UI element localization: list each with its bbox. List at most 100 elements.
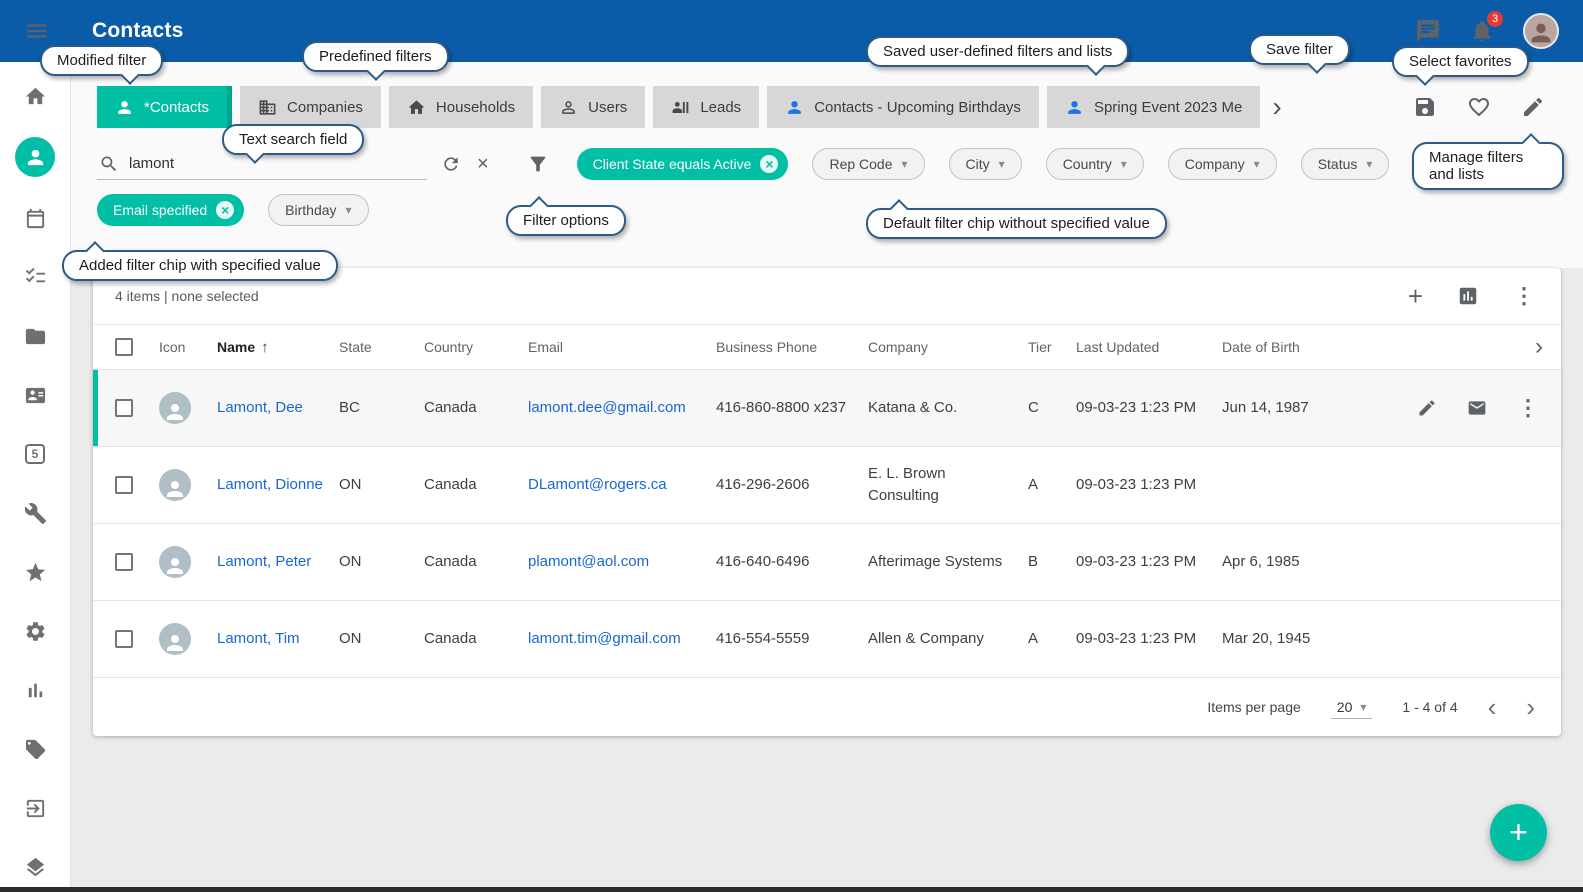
field-chip-status[interactable]: Status ▾ [1301,148,1390,180]
contact-avatar [159,469,191,501]
tab-leads[interactable]: Leads [653,86,759,128]
list-kebab-icon[interactable]: ⋮ [1513,283,1535,309]
chip-label: Country [1063,156,1112,172]
notifications-bell[interactable]: 3 [1469,18,1495,44]
add-column-icon[interactable]: + [1408,283,1423,309]
applied-chip-email[interactable]: Email specified × [97,194,244,226]
cell-country: Canada [424,551,528,573]
chip-remove-icon[interactable]: × [760,155,778,173]
tab-contacts[interactable]: *Contacts [97,86,232,128]
cell-last-updated: 09-03-23 1:23 PM [1076,628,1222,650]
user-avatar[interactable] [1523,13,1559,49]
table-row[interactable]: Lamont, Dionne ON Canada DLamont@rogers.… [93,447,1561,524]
cell-country: Canada [424,628,528,650]
next-page-chevron-icon[interactable]: › [1526,694,1535,720]
app-window: Contacts 3 5 [0,0,1583,892]
manage-filters-pencil-button[interactable] [1521,95,1545,119]
clear-search-icon[interactable]: × [477,154,489,174]
row-edit-pencil-icon[interactable] [1417,398,1437,418]
callout-text-search-field: Text search field [222,124,364,155]
field-chip-birthday[interactable]: Birthday ▾ [268,194,368,226]
chevron-down-icon: ▾ [1360,701,1366,713]
field-chip-company[interactable]: Company ▾ [1168,148,1277,180]
nav-tasks-icon[interactable] [17,259,53,295]
menu-icon[interactable] [24,18,50,44]
filter-funnel-icon[interactable] [527,153,549,175]
person-blue-icon [785,98,804,117]
contact-name-link[interactable]: Lamont, Dee [217,399,303,416]
tab-label: Spring Event 2023 Me [1094,99,1242,116]
chip-label: Client State equals Active [593,156,752,172]
contact-name-link[interactable]: Lamont, Peter [217,553,311,570]
contact-email-link[interactable]: lamont.dee@gmail.com [528,399,686,416]
cell-dob: Jun 14, 1987 [1222,397,1372,419]
chip-label: Rep Code [829,156,892,172]
cell-tier: A [1028,474,1076,496]
nav-opportunities-icon[interactable]: 5 [17,436,53,472]
contacts-list-card: 4 items | none selected + ⋮ Icon Name↑ S… [93,268,1561,736]
tab-overflow-chevron-icon[interactable]: › [1272,93,1281,121]
row-kebab-icon[interactable]: ⋮ [1517,395,1539,421]
field-chip-country[interactable]: Country ▾ [1046,148,1144,180]
favorites-heart-button[interactable] [1467,95,1491,119]
nav-tools-icon[interactable] [17,495,53,531]
cell-dob: Apr 6, 1985 [1222,551,1372,573]
nav-settings-icon[interactable] [17,613,53,649]
refresh-icon[interactable] [441,154,461,174]
chat-icon[interactable] [1415,18,1441,44]
cell-state: ON [339,551,424,573]
contact-email-link[interactable]: DLamont@rogers.ca [528,476,667,493]
table-row[interactable]: Lamont, Peter ON Canada plamont@aol.com … [93,524,1561,601]
callout-saved-filters: Saved user-defined filters and lists [866,36,1129,67]
nav-favorites-icon[interactable] [17,554,53,590]
nav-tags-icon[interactable] [17,731,53,767]
chevron-down-icon: ▾ [346,204,352,216]
row-email-envelope-icon[interactable] [1467,398,1487,418]
prev-page-chevron-icon[interactable]: ‹ [1488,694,1497,720]
contact-email-link[interactable]: plamont@aol.com [528,553,649,570]
tab-saved-birthdays[interactable]: Contacts - Upcoming Birthdays [767,86,1039,128]
cell-phone: 416-554-5559 [716,628,868,650]
col-name[interactable]: Name↑ [217,339,339,356]
chip-remove-icon[interactable]: × [216,201,234,219]
add-contact-fab[interactable]: + [1490,804,1547,861]
contact-email-link[interactable]: lamont.tim@gmail.com [528,630,681,647]
page-size-select[interactable]: 20 ▾ [1331,696,1373,719]
nav-reports-icon[interactable] [17,672,53,708]
nav-layers-icon[interactable] [17,849,53,885]
chip-group-row1: Client State equals Active × Rep Code ▾ … [577,148,1390,180]
nav-contacts-icon[interactable] [15,137,55,177]
row-checkbox[interactable] [115,399,133,417]
main-area: *Contacts Companies Households Users Lea… [71,62,1583,887]
nav-sign-out-icon[interactable] [17,790,53,826]
chevron-down-icon: ▾ [1121,158,1127,170]
cell-dob: Mar 20, 1945 [1222,628,1372,650]
field-chip-city[interactable]: City ▾ [949,148,1022,180]
tab-households[interactable]: Households [389,86,533,128]
save-filter-button[interactable] [1413,95,1437,119]
page-range-label: 1 - 4 of 4 [1402,699,1457,715]
tab-users[interactable]: Users [541,86,645,128]
nav-address-book-icon[interactable] [17,377,53,413]
nav-calendar-icon[interactable] [17,200,53,236]
row-checkbox[interactable] [115,476,133,494]
row-checkbox[interactable] [115,553,133,571]
tab-companies[interactable]: Companies [240,86,381,128]
contact-name-link[interactable]: Lamont, Tim [217,630,300,647]
field-chip-rep-code[interactable]: Rep Code ▾ [812,148,924,180]
table-row[interactable]: Lamont, Tim ON Canada lamont.tim@gmail.c… [93,601,1561,678]
nav-home-icon[interactable] [17,78,53,114]
select-all-checkbox[interactable] [115,338,133,356]
expand-columns-chevron-icon[interactable]: › [1535,333,1551,361]
person-blue-icon [1065,98,1084,117]
search-aux-buttons: × [441,154,489,174]
table-row[interactable]: Lamont, Dee BC Canada lamont.dee@gmail.c… [93,370,1561,447]
contact-name-link[interactable]: Lamont, Dionne [217,476,323,493]
search-input[interactable] [129,155,425,172]
insights-chart-icon[interactable] [1457,285,1479,307]
nav-files-icon[interactable] [17,318,53,354]
row-actions: ⋮ [1372,395,1551,421]
row-checkbox[interactable] [115,630,133,648]
applied-chip-client-state[interactable]: Client State equals Active × [577,148,789,180]
tab-saved-spring-event[interactable]: Spring Event 2023 Me [1047,86,1260,128]
